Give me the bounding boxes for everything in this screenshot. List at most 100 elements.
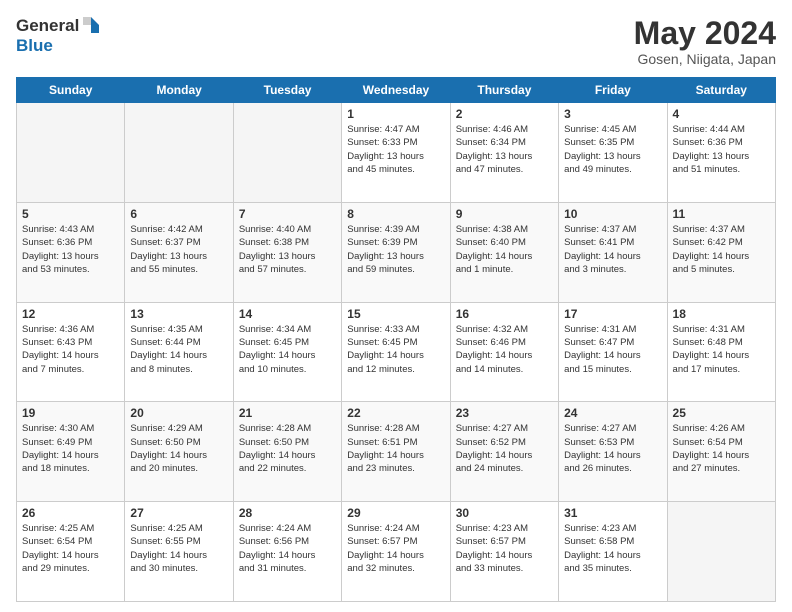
day-info: Sunrise: 4:38 AM Sunset: 6:40 PM Dayligh… — [456, 223, 553, 276]
calendar-cell-w2-d4: 16 Sunrise: 4:32 AM Sunset: 6:46 PM Dayli… — [450, 302, 558, 402]
day-info: Sunrise: 4:23 AM Sunset: 6:58 PM Dayligh… — [564, 522, 661, 575]
day-number: 2 — [456, 107, 553, 121]
calendar-cell-w1-d2: 7Sunrise: 4:40 AM Sunset: 6:38 PM Daylig… — [233, 202, 341, 302]
day-info: Sunrise: 4:25 AM Sunset: 6:55 PM Dayligh… — [130, 522, 227, 575]
calendar-cell-w3-d0: 19Sunrise: 4:30 AM Sunset: 6:49 PM Dayli… — [17, 402, 125, 502]
day-number: 11 — [673, 207, 770, 221]
calendar-cell-w0-d6: 4 Sunrise: 4:44 AM Sunset: 6:36 PM Daylig… — [667, 103, 775, 203]
day-number: 6 — [130, 207, 227, 221]
location: Gosen, Niigata, Japan — [634, 51, 776, 67]
week-row-1: 5 Sunrise: 4:43 AM Sunset: 6:36 PM Daylig… — [17, 202, 776, 302]
header-monday: Monday — [125, 78, 233, 103]
week-row-3: 19Sunrise: 4:30 AM Sunset: 6:49 PM Dayli… — [17, 402, 776, 502]
day-info: Sunrise: 4:34 AM Sunset: 6:45 PM Dayligh… — [239, 323, 336, 376]
day-number: 9 — [456, 207, 553, 221]
day-info: Sunrise: 4:25 AM Sunset: 6:54 PM Dayligh… — [22, 522, 119, 575]
day-info: Sunrise: 4:27 AM Sunset: 6:53 PM Dayligh… — [564, 422, 661, 475]
day-number: 4 — [673, 107, 770, 121]
day-info: Sunrise: 4:45 AM Sunset: 6:35 PM Dayligh… — [564, 123, 661, 176]
week-row-2: 12 Sunrise: 4:36 AM Sunset: 6:43 PM Dayli… — [17, 302, 776, 402]
day-info: Sunrise: 4:27 AM Sunset: 6:52 PM Dayligh… — [456, 422, 553, 475]
calendar-cell-w3-d6: 25 Sunrise: 4:26 AM Sunset: 6:54 PM Dayli… — [667, 402, 775, 502]
day-number: 27 — [130, 506, 227, 520]
calendar-table: Sunday Monday Tuesday Wednesday Thursday… — [16, 77, 776, 602]
calendar-cell-w2-d5: 17 Sunrise: 4:31 AM Sunset: 6:47 PM Dayli… — [559, 302, 667, 402]
day-number: 25 — [673, 406, 770, 420]
day-number: 16 — [456, 307, 553, 321]
day-info: Sunrise: 4:43 AM Sunset: 6:36 PM Dayligh… — [22, 223, 119, 276]
calendar-cell-w3-d3: 22Sunrise: 4:28 AM Sunset: 6:51 PM Dayli… — [342, 402, 450, 502]
day-number: 14 — [239, 307, 336, 321]
calendar-cell-w4-d2: 28Sunrise: 4:24 AM Sunset: 6:56 PM Dayli… — [233, 502, 341, 602]
calendar-cell-w1-d6: 11 Sunrise: 4:37 AM Sunset: 6:42 PM Dayli… — [667, 202, 775, 302]
day-info: Sunrise: 4:30 AM Sunset: 6:49 PM Dayligh… — [22, 422, 119, 475]
day-info: Sunrise: 4:26 AM Sunset: 6:54 PM Dayligh… — [673, 422, 770, 475]
logo-icon — [81, 15, 101, 35]
calendar-cell-w2-d6: 18Sunrise: 4:31 AM Sunset: 6:48 PM Dayli… — [667, 302, 775, 402]
month-title: May 2024 — [634, 16, 776, 51]
day-info: Sunrise: 4:23 AM Sunset: 6:57 PM Dayligh… — [456, 522, 553, 575]
day-number: 3 — [564, 107, 661, 121]
calendar-cell-w4-d5: 31 Sunrise: 4:23 AM Sunset: 6:58 PM Dayli… — [559, 502, 667, 602]
day-number: 23 — [456, 406, 553, 420]
day-info: Sunrise: 4:46 AM Sunset: 6:34 PM Dayligh… — [456, 123, 553, 176]
calendar-cell-w0-d4: 2 Sunrise: 4:46 AM Sunset: 6:34 PM Daylig… — [450, 103, 558, 203]
day-info: Sunrise: 4:24 AM Sunset: 6:57 PM Dayligh… — [347, 522, 444, 575]
header-wednesday: Wednesday — [342, 78, 450, 103]
day-number: 21 — [239, 406, 336, 420]
day-number: 17 — [564, 307, 661, 321]
day-info: Sunrise: 4:44 AM Sunset: 6:36 PM Dayligh… — [673, 123, 770, 176]
calendar-cell-w3-d1: 20 Sunrise: 4:29 AM Sunset: 6:50 PM Dayli… — [125, 402, 233, 502]
main-container: General Blue May 2024 Gosen, Niigata, Ja… — [0, 0, 792, 612]
day-info: Sunrise: 4:32 AM Sunset: 6:46 PM Dayligh… — [456, 323, 553, 376]
calendar-cell-w2-d2: 14 Sunrise: 4:34 AM Sunset: 6:45 PM Dayli… — [233, 302, 341, 402]
calendar-cell-w1-d1: 6 Sunrise: 4:42 AM Sunset: 6:37 PM Daylig… — [125, 202, 233, 302]
calendar-cell-w2-d1: 13Sunrise: 4:35 AM Sunset: 6:44 PM Dayli… — [125, 302, 233, 402]
calendar-cell-w2-d0: 12 Sunrise: 4:36 AM Sunset: 6:43 PM Dayli… — [17, 302, 125, 402]
calendar-cell-w1-d5: 10Sunrise: 4:37 AM Sunset: 6:41 PM Dayli… — [559, 202, 667, 302]
header: General Blue May 2024 Gosen, Niigata, Ja… — [16, 16, 776, 67]
day-number: 26 — [22, 506, 119, 520]
calendar-cell-w0-d3: 1 Sunrise: 4:47 AM Sunset: 6:33 PM Daylig… — [342, 103, 450, 203]
header-friday: Friday — [559, 78, 667, 103]
day-number: 8 — [347, 207, 444, 221]
calendar-cell-w3-d4: 23 Sunrise: 4:27 AM Sunset: 6:52 PM Dayli… — [450, 402, 558, 502]
calendar-cell-w4-d3: 29 Sunrise: 4:24 AM Sunset: 6:57 PM Dayli… — [342, 502, 450, 602]
calendar-cell-w2-d3: 15 Sunrise: 4:33 AM Sunset: 6:45 PM Dayli… — [342, 302, 450, 402]
day-info: Sunrise: 4:33 AM Sunset: 6:45 PM Dayligh… — [347, 323, 444, 376]
calendar-cell-w1-d3: 8Sunrise: 4:39 AM Sunset: 6:39 PM Daylig… — [342, 202, 450, 302]
calendar-cell-w4-d6 — [667, 502, 775, 602]
header-sunday: Sunday — [17, 78, 125, 103]
day-info: Sunrise: 4:42 AM Sunset: 6:37 PM Dayligh… — [130, 223, 227, 276]
day-number: 31 — [564, 506, 661, 520]
title-block: May 2024 Gosen, Niigata, Japan — [634, 16, 776, 67]
day-number: 5 — [22, 207, 119, 221]
day-number: 29 — [347, 506, 444, 520]
day-number: 28 — [239, 506, 336, 520]
day-info: Sunrise: 4:31 AM Sunset: 6:47 PM Dayligh… — [564, 323, 661, 376]
day-number: 22 — [347, 406, 444, 420]
day-number: 30 — [456, 506, 553, 520]
logo: General Blue — [16, 16, 101, 56]
day-number: 15 — [347, 307, 444, 321]
day-info: Sunrise: 4:29 AM Sunset: 6:50 PM Dayligh… — [130, 422, 227, 475]
calendar-cell-w4-d0: 26 Sunrise: 4:25 AM Sunset: 6:54 PM Dayli… — [17, 502, 125, 602]
day-number: 1 — [347, 107, 444, 121]
calendar-cell-w1-d0: 5 Sunrise: 4:43 AM Sunset: 6:36 PM Daylig… — [17, 202, 125, 302]
day-number: 13 — [130, 307, 227, 321]
day-info: Sunrise: 4:37 AM Sunset: 6:42 PM Dayligh… — [673, 223, 770, 276]
calendar-cell-w4-d4: 30 Sunrise: 4:23 AM Sunset: 6:57 PM Dayli… — [450, 502, 558, 602]
day-info: Sunrise: 4:36 AM Sunset: 6:43 PM Dayligh… — [22, 323, 119, 376]
day-number: 12 — [22, 307, 119, 321]
day-info: Sunrise: 4:37 AM Sunset: 6:41 PM Dayligh… — [564, 223, 661, 276]
day-info: Sunrise: 4:47 AM Sunset: 6:33 PM Dayligh… — [347, 123, 444, 176]
header-thursday: Thursday — [450, 78, 558, 103]
header-saturday: Saturday — [667, 78, 775, 103]
calendar-cell-w0-d0 — [17, 103, 125, 203]
day-number: 20 — [130, 406, 227, 420]
calendar-cell-w0-d5: 3 Sunrise: 4:45 AM Sunset: 6:35 PM Daylig… — [559, 103, 667, 203]
calendar-cell-w4-d1: 27 Sunrise: 4:25 AM Sunset: 6:55 PM Dayli… — [125, 502, 233, 602]
calendar-cell-w1-d4: 9 Sunrise: 4:38 AM Sunset: 6:40 PM Daylig… — [450, 202, 558, 302]
header-tuesday: Tuesday — [233, 78, 341, 103]
week-row-4: 26 Sunrise: 4:25 AM Sunset: 6:54 PM Dayli… — [17, 502, 776, 602]
